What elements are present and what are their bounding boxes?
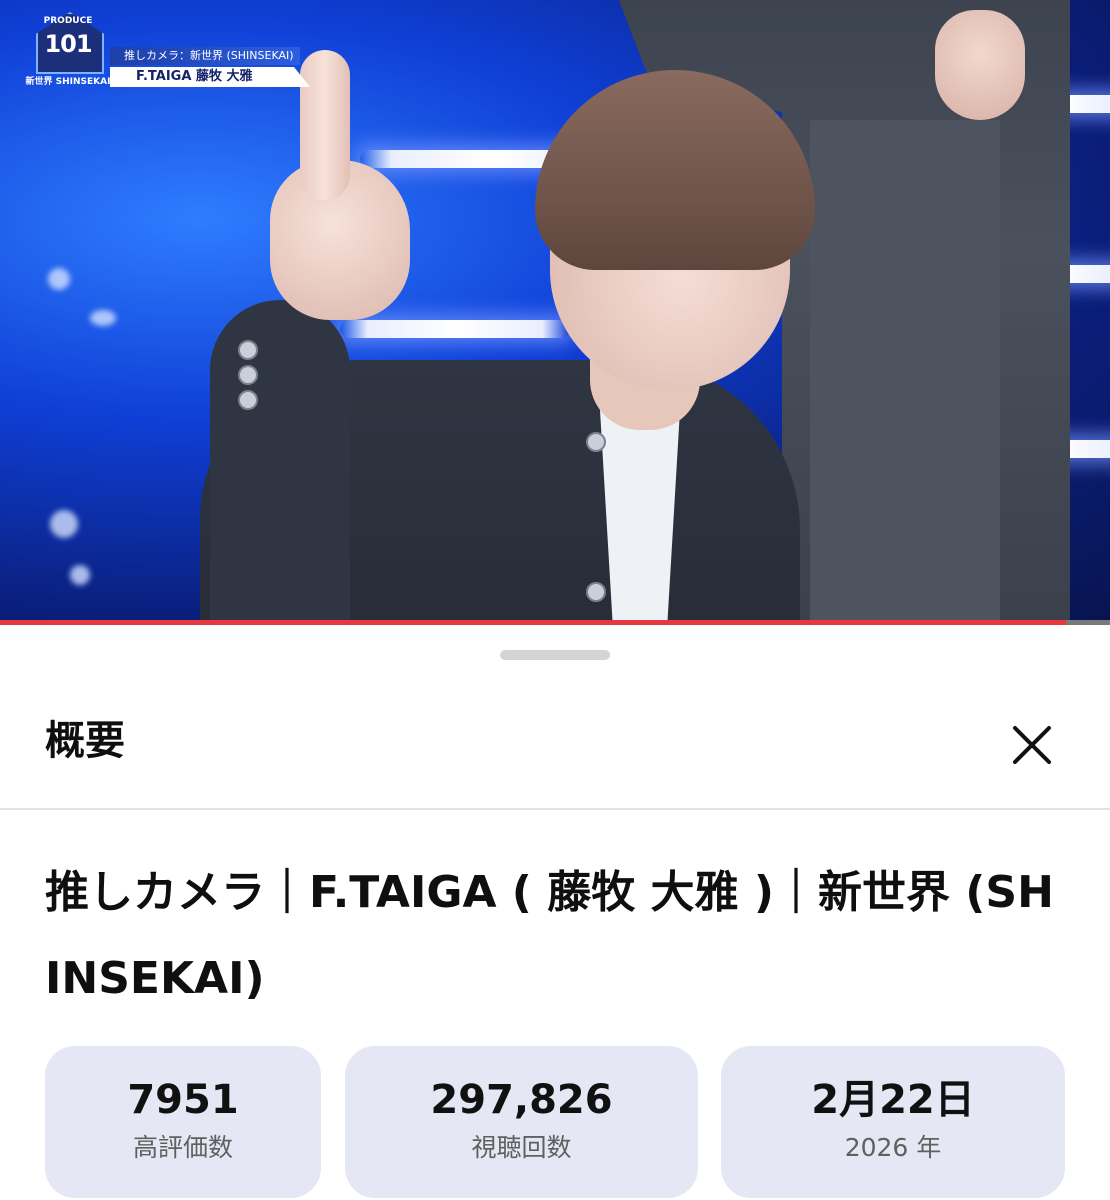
views-label: 視聴回数 — [471, 1133, 572, 1162]
description-sheet: 概要 推しカメラ｜F.TAIGA ( 藤牧 大雅 )｜新世界 (SHINSEKA… — [0, 628, 1110, 1200]
name-caption: 推しカメラ：新世界 (SHINSEKAI) F.TAIGA 藤牧 大雅 — [110, 47, 310, 87]
caption-program: 推しカメラ：新世界 (SHINSEKAI) — [110, 47, 300, 65]
show-logo: PRODUCE 101 新世界 SHINSEKAI — [22, 10, 114, 90]
likes-label: 高評価数 — [132, 1133, 233, 1162]
close-icon — [1013, 726, 1051, 764]
jacket-button — [238, 390, 258, 410]
caption-name: F.TAIGA 藤牧 大雅 — [110, 67, 310, 87]
divider — [0, 808, 1110, 810]
publish-year: 2026 年 — [844, 1133, 942, 1162]
sheet-title: 概要 — [45, 718, 125, 764]
bokeh-light — [50, 510, 78, 538]
performer-arm — [210, 300, 350, 625]
likes-count: 7951 — [127, 1077, 239, 1123]
performer-shirt — [600, 410, 680, 625]
views-stat: 297,826 視聴回数 — [345, 1046, 698, 1198]
logo-top-text: PRODUCE — [43, 16, 93, 26]
logo-sub-text: 新世界 SHINSEKAI — [25, 77, 111, 87]
background-performer-leg — [810, 120, 1000, 625]
likes-stat: 7951 高評価数 — [45, 1046, 321, 1198]
jacket-button — [238, 340, 258, 360]
progress-bar[interactable] — [0, 620, 1110, 625]
jacket-button — [586, 582, 606, 602]
views-count: 297,826 — [430, 1077, 613, 1123]
bokeh-light — [70, 565, 90, 585]
drag-handle[interactable] — [500, 650, 610, 660]
progress-fill — [0, 620, 1066, 625]
jacket-button — [586, 432, 606, 452]
background-performer-hand — [935, 10, 1025, 120]
video-player[interactable]: PRODUCE 101 新世界 SHINSEKAI 推しカメラ：新世界 (SHI… — [0, 0, 1110, 625]
publish-date: 2月22日 — [811, 1077, 975, 1123]
close-button[interactable] — [1005, 718, 1059, 772]
performer — [190, 50, 815, 625]
bokeh-light — [90, 310, 116, 326]
jacket-button — [238, 365, 258, 385]
logo-main-text: 101 — [44, 30, 92, 58]
bokeh-light — [48, 268, 70, 290]
date-stat: 2月22日 2026 年 — [721, 1046, 1065, 1198]
video-title: 推しカメラ｜F.TAIGA ( 藤牧 大雅 )｜新世界 (SHINSEKAI) — [45, 867, 1054, 1004]
